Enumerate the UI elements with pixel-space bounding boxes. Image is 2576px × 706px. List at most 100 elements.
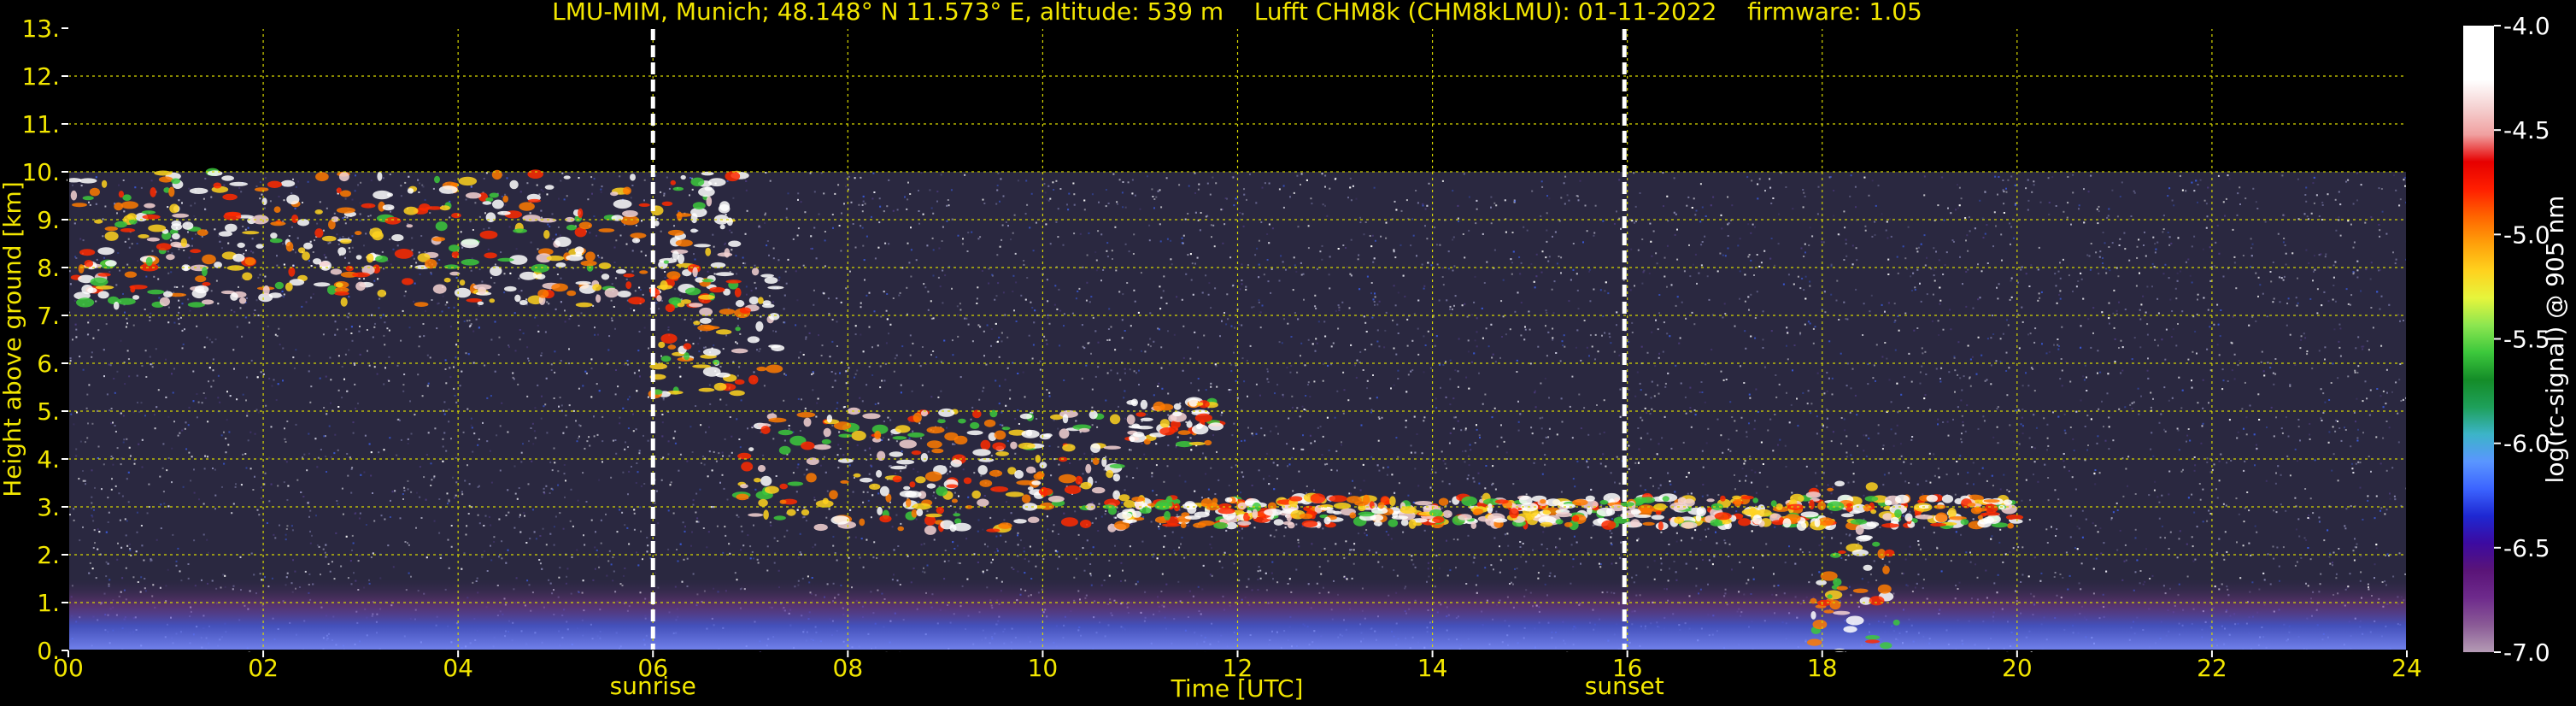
noise-speck bbox=[1209, 193, 1212, 196]
noise-speck bbox=[2275, 416, 2277, 419]
noise-speck bbox=[190, 204, 192, 207]
noise-speck bbox=[1525, 493, 1528, 496]
noise-speck bbox=[1972, 518, 1975, 521]
noise-speck bbox=[424, 310, 426, 312]
noise-speck bbox=[1153, 394, 1155, 397]
noise-speck bbox=[1564, 175, 1567, 178]
noise-speck bbox=[173, 421, 175, 423]
noise-speck bbox=[1095, 259, 1098, 262]
noise-speck bbox=[1417, 485, 1420, 487]
noise-speck bbox=[1200, 212, 1202, 214]
noise-speck bbox=[2289, 333, 2291, 336]
noise-speck bbox=[444, 368, 447, 370]
noise-speck bbox=[1657, 328, 1659, 331]
noise-speck bbox=[468, 320, 471, 321]
noise-speck bbox=[322, 548, 325, 550]
noise-speck bbox=[550, 369, 553, 371]
noise-speck bbox=[831, 214, 834, 215]
noise-speck bbox=[722, 455, 724, 457]
noise-speck bbox=[1482, 403, 1484, 405]
noise-speck bbox=[530, 241, 532, 244]
noise-speck bbox=[2150, 406, 2152, 409]
noise-speck bbox=[1449, 500, 1452, 503]
noise-speck bbox=[2130, 215, 2133, 217]
noise-speck bbox=[2074, 547, 2076, 550]
noise-speck bbox=[1965, 305, 1968, 308]
noise-speck bbox=[1423, 287, 1425, 290]
noise-speck bbox=[293, 368, 296, 369]
noise-speck bbox=[2009, 222, 2010, 225]
noise-speck bbox=[388, 356, 390, 358]
noise-speck bbox=[700, 424, 702, 427]
noise-speck bbox=[388, 329, 390, 332]
noise-speck bbox=[202, 392, 205, 394]
noise-speck bbox=[1583, 320, 1586, 321]
noise-speck bbox=[2238, 360, 2240, 362]
noise-speck bbox=[640, 530, 642, 532]
noise-speck bbox=[745, 285, 748, 288]
noise-speck bbox=[1600, 504, 1603, 507]
noise-speck bbox=[783, 535, 786, 538]
noise-speck bbox=[302, 202, 303, 203]
noise-speck bbox=[490, 481, 493, 484]
noise-speck bbox=[2171, 199, 2174, 202]
noise-speck bbox=[1006, 367, 1009, 369]
noise-speck bbox=[918, 222, 920, 225]
noise-speck bbox=[1680, 539, 1682, 542]
noise-speck bbox=[2259, 284, 2262, 286]
noise-speck bbox=[2356, 199, 2358, 202]
noise-speck bbox=[1251, 306, 1253, 309]
noise-speck bbox=[342, 236, 344, 238]
noise-speck bbox=[431, 479, 433, 481]
noise-speck bbox=[1270, 291, 1272, 294]
noise-speck bbox=[1684, 396, 1687, 398]
noise-speck bbox=[1495, 410, 1498, 413]
noise-speck bbox=[2239, 186, 2241, 189]
noise-speck bbox=[1808, 244, 1810, 246]
noise-speck bbox=[2246, 491, 2249, 493]
noise-speck bbox=[1964, 430, 1967, 432]
noise-speck bbox=[873, 310, 876, 313]
noise-speck bbox=[2003, 203, 2005, 205]
noise-speck bbox=[519, 338, 521, 341]
noise-speck bbox=[208, 338, 211, 341]
noise-speck bbox=[2028, 519, 2031, 521]
noise-speck bbox=[277, 485, 279, 487]
noise-speck bbox=[518, 277, 520, 279]
noise-speck bbox=[2322, 392, 2325, 395]
noise-speck bbox=[443, 401, 446, 403]
noise-speck bbox=[565, 479, 566, 482]
noise-speck bbox=[2372, 327, 2374, 329]
noise-speck bbox=[1025, 179, 1028, 182]
noise-speck bbox=[1349, 177, 1352, 179]
noise-speck bbox=[308, 355, 311, 357]
noise-speck bbox=[1809, 227, 1811, 229]
noise-speck bbox=[1540, 180, 1543, 183]
noise-speck bbox=[824, 239, 826, 242]
noise-speck bbox=[593, 435, 596, 438]
noise-speck bbox=[2133, 401, 2135, 403]
noise-speck bbox=[1693, 263, 1694, 266]
noise-speck bbox=[1173, 333, 1176, 336]
noise-speck bbox=[1814, 326, 1816, 328]
noise-speck bbox=[660, 191, 662, 193]
noise-speck bbox=[1165, 303, 1168, 304]
noise-speck bbox=[861, 227, 864, 229]
noise-speck bbox=[2180, 470, 2183, 473]
noise-speck bbox=[1514, 576, 1517, 579]
noise-speck bbox=[282, 347, 285, 350]
noise-speck bbox=[1586, 230, 1588, 232]
noise-speck bbox=[1326, 462, 1329, 465]
noise-speck bbox=[1233, 562, 1235, 565]
noise-speck bbox=[1213, 245, 1216, 248]
noise-speck bbox=[1569, 405, 1571, 408]
noise-speck bbox=[72, 184, 73, 186]
noise-speck bbox=[584, 544, 586, 546]
noise-speck bbox=[1160, 367, 1163, 369]
noise-speck bbox=[126, 438, 128, 440]
noise-speck bbox=[1739, 238, 1741, 240]
noise-speck bbox=[784, 270, 787, 273]
noise-speck bbox=[1845, 255, 1848, 257]
noise-speck bbox=[1075, 297, 1077, 300]
noise-speck bbox=[273, 533, 275, 536]
